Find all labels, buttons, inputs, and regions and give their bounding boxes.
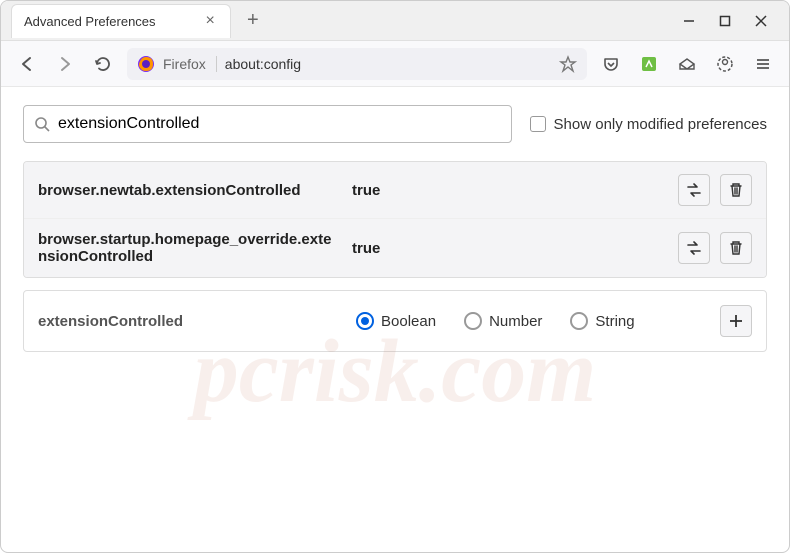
browser-tab[interactable]: Advanced Preferences × <box>11 4 231 38</box>
radio-icon <box>464 312 482 330</box>
radio-label: Boolean <box>381 313 436 330</box>
radio-icon <box>356 312 374 330</box>
preference-value: true <box>352 240 664 257</box>
back-button[interactable] <box>13 50 41 78</box>
maximize-button[interactable] <box>717 13 733 29</box>
minimize-button[interactable] <box>681 13 697 29</box>
preference-name: browser.newtab.extensionControlled <box>38 182 338 199</box>
preference-row: browser.newtab.extensionControlled true <box>24 162 766 219</box>
search-icon <box>34 116 50 132</box>
close-tab-icon[interactable]: × <box>206 13 215 29</box>
preference-list: browser.newtab.extensionControlled true … <box>23 161 767 278</box>
preference-row: browser.startup.homepage_override.extens… <box>24 219 766 277</box>
add-button[interactable] <box>720 305 752 337</box>
delete-button[interactable] <box>720 232 752 264</box>
close-window-button[interactable] <box>753 13 769 29</box>
toolbar: Firefox about:config <box>1 41 789 87</box>
titlebar: Advanced Preferences × + <box>1 1 789 41</box>
radio-number[interactable]: Number <box>464 312 542 330</box>
checkbox-label: Show only modified preferences <box>554 116 767 133</box>
pocket-icon[interactable] <box>597 50 625 78</box>
account-icon[interactable] <box>711 50 739 78</box>
menu-button[interactable] <box>749 50 777 78</box>
preference-name: browser.startup.homepage_override.extens… <box>38 231 338 265</box>
toggle-button[interactable] <box>678 174 710 206</box>
type-radio-group: Boolean Number String <box>356 312 702 330</box>
search-input[interactable] <box>58 115 501 133</box>
reload-button[interactable] <box>89 50 117 78</box>
delete-button[interactable] <box>720 174 752 206</box>
bookmark-star-icon[interactable] <box>559 55 577 73</box>
mail-icon[interactable] <box>673 50 701 78</box>
preference-value: true <box>352 182 664 199</box>
radio-boolean[interactable]: Boolean <box>356 312 436 330</box>
url-identity: Firefox <box>163 56 217 72</box>
new-preference-name: extensionControlled <box>38 313 338 330</box>
firefox-logo-icon <box>137 55 155 73</box>
radio-label: String <box>595 313 634 330</box>
tab-title: Advanced Preferences <box>24 14 156 29</box>
forward-button[interactable] <box>51 50 79 78</box>
new-tab-button[interactable]: + <box>239 5 267 36</box>
show-modified-checkbox-row[interactable]: Show only modified preferences <box>530 116 767 133</box>
radio-label: Number <box>489 313 542 330</box>
new-preference-row: extensionControlled Boolean Number Strin… <box>23 290 767 352</box>
content-area: Show only modified preferences browser.n… <box>1 87 789 370</box>
extension-icon[interactable] <box>635 50 663 78</box>
url-bar[interactable]: Firefox about:config <box>127 48 587 80</box>
url-text: about:config <box>225 56 551 72</box>
checkbox-icon[interactable] <box>530 116 546 132</box>
toggle-button[interactable] <box>678 232 710 264</box>
radio-icon <box>570 312 588 330</box>
radio-string[interactable]: String <box>570 312 634 330</box>
search-box[interactable] <box>23 105 512 143</box>
